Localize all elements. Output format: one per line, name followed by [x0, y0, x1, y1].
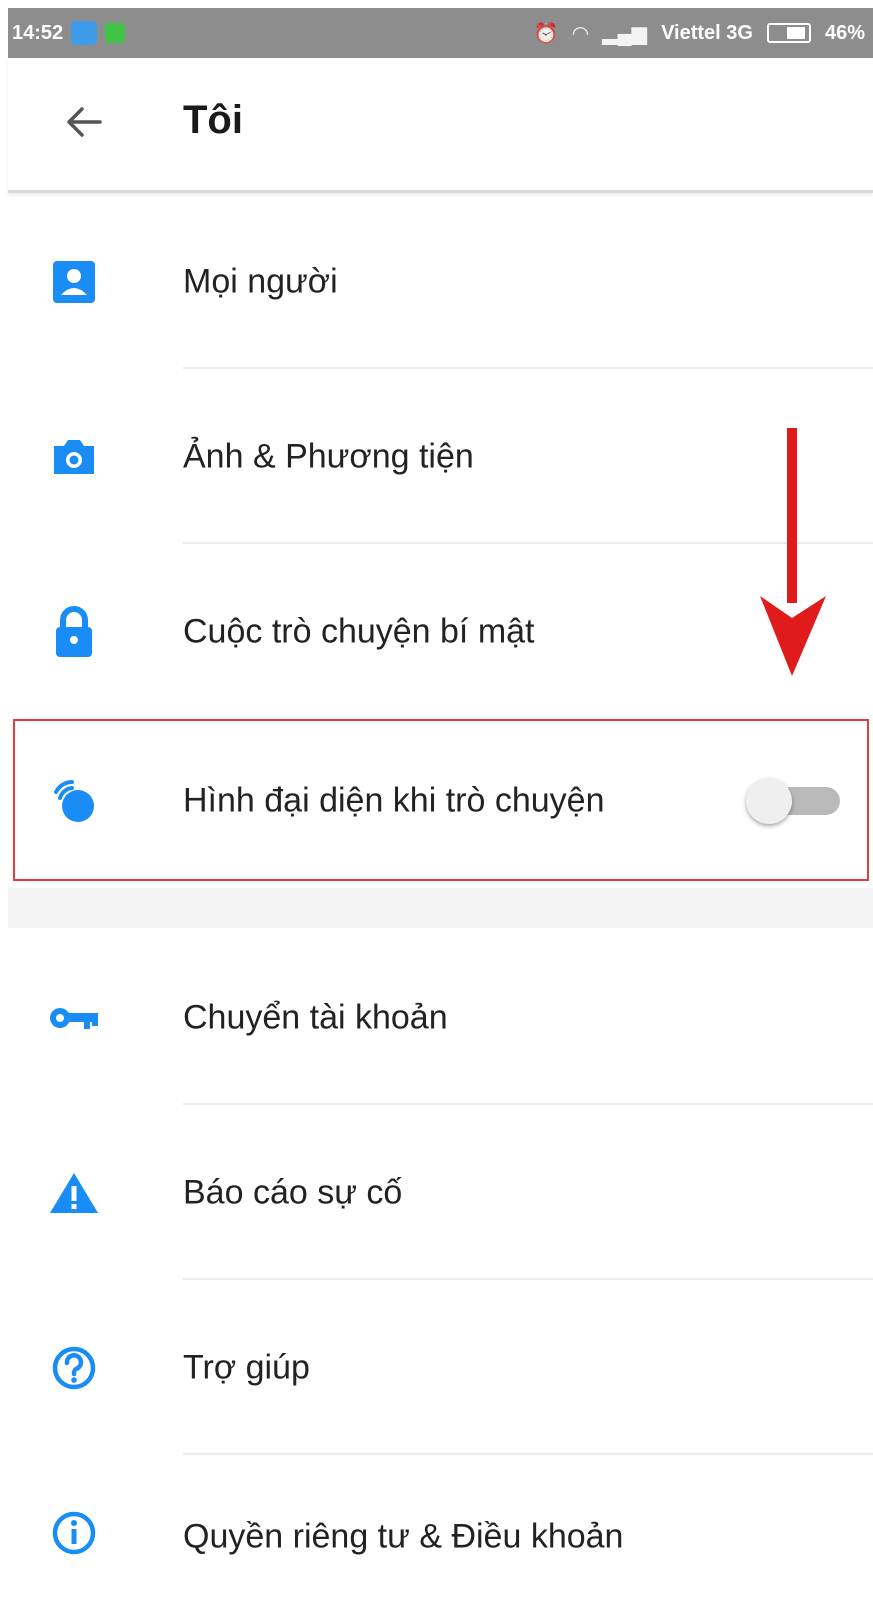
- menu-item-photos-media[interactable]: Ảnh & Phương tiện: [8, 369, 873, 544]
- battery-level: 46%: [824, 21, 865, 44]
- menu-item-people[interactable]: Mọi người: [8, 194, 873, 369]
- back-arrow-icon: [67, 107, 102, 137]
- menu-item-label: Cuộc trò chuyện bí mật: [183, 612, 535, 650]
- menu-item-label: Mọi người: [183, 262, 338, 300]
- menu-item-label: Chuyển tài khoản: [183, 998, 448, 1036]
- menu-item-switch-account[interactable]: Chuyển tài khoản: [8, 930, 873, 1105]
- menu-item-secret-conversations[interactable]: Cuộc trò chuyện bí mật: [8, 544, 873, 719]
- warning-icon: [46, 1165, 102, 1221]
- menu-item-label: Ảnh & Phương tiện: [183, 437, 474, 475]
- section-divider: [8, 888, 873, 928]
- highlight-box: [13, 719, 869, 881]
- menu-item-label: Báo cáo sự cố: [183, 1173, 403, 1211]
- back-button[interactable]: [60, 98, 108, 146]
- menu-item-label: Quyền riêng tư & Điều khoản: [183, 1517, 624, 1556]
- page-title: Tôi: [183, 98, 243, 142]
- menu-item-privacy-terms[interactable]: Quyền riêng tư & Điều khoản: [8, 1455, 873, 1605]
- help-icon: [46, 1340, 102, 1396]
- menu-item-help[interactable]: Trợ giúp: [8, 1280, 873, 1455]
- signal-icon: ▂▄▆: [602, 22, 648, 45]
- wifi-icon: ◠: [572, 22, 589, 45]
- app-notification-icon: [105, 23, 126, 43]
- app-bar: Tôi: [8, 58, 873, 193]
- key-icon: [46, 990, 102, 1046]
- info-icon: [46, 1505, 102, 1561]
- lock-icon: [46, 604, 102, 660]
- alarm-icon: ⏰: [533, 22, 559, 45]
- status-bar: 14:52 ⏰ ◠ ▂▄▆ Viettel 3G 46%: [8, 8, 873, 58]
- contacts-icon: [46, 254, 102, 310]
- annotation-arrow-icon: [760, 428, 826, 676]
- menu-item-report-problem[interactable]: Báo cáo sự cố: [8, 1105, 873, 1280]
- carrier-label: Viettel 3G: [661, 21, 753, 44]
- menu-item-label: Trợ giúp: [183, 1348, 310, 1386]
- messenger-notification-icon: [71, 21, 98, 45]
- camera-icon: [46, 429, 102, 485]
- status-time: 14:52: [12, 21, 64, 44]
- battery-icon: [766, 23, 811, 43]
